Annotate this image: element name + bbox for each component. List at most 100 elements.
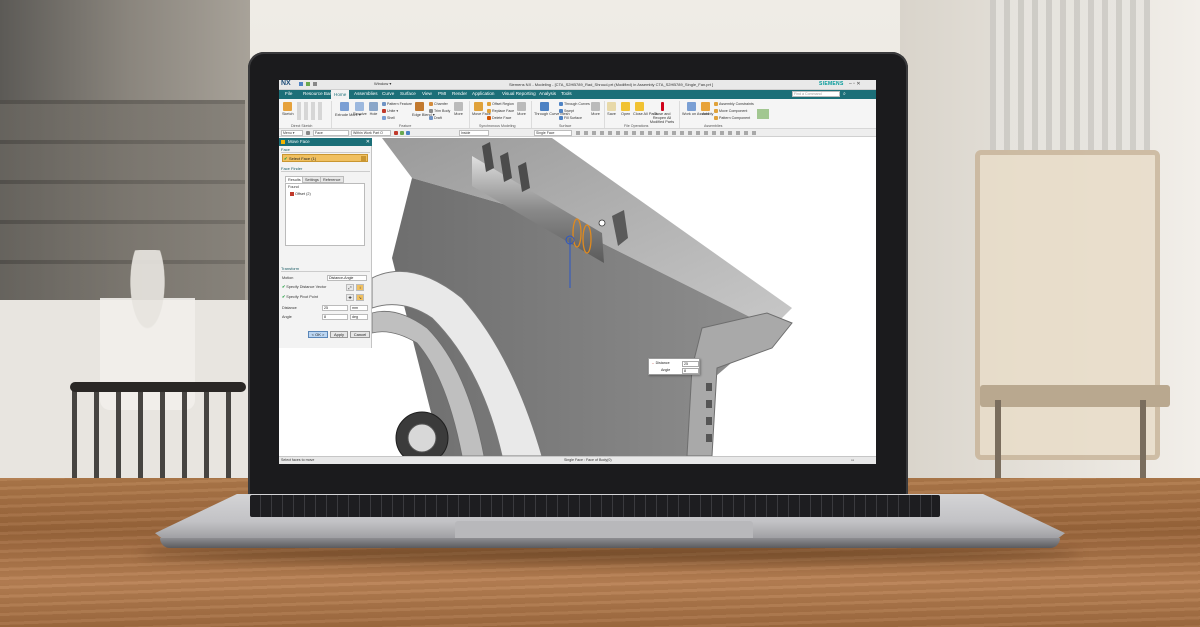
status-prompt: Select faces to move <box>281 458 315 462</box>
redo-icon[interactable] <box>313 82 317 86</box>
menu-curve[interactable]: Curve <box>382 91 394 96</box>
menu-visual-reporting[interactable]: Visual Reporting <box>502 91 536 96</box>
chamfer-button[interactable]: Chamfer <box>429 102 448 107</box>
close-all-parts-button[interactable]: Close All Parts <box>633 102 658 116</box>
pattern-component-button[interactable]: Pattern Component <box>714 116 750 121</box>
swept-button[interactable]: Swept <box>559 109 574 114</box>
cancel-button[interactable]: Cancel <box>350 331 370 338</box>
hole-button[interactable]: Hole <box>369 102 378 116</box>
face-section-header[interactable]: Face <box>281 147 370 153</box>
extrude-button[interactable]: Extrude More ▾ <box>335 102 361 117</box>
distance-unit-dropdown[interactable]: mm <box>350 305 368 311</box>
open-button[interactable]: Open <box>621 102 630 116</box>
close-reopen-button[interactable]: Close and Reopen All Modified Parts <box>649 102 675 124</box>
warning-icon <box>660 102 664 111</box>
draft-button[interactable]: Draft <box>429 116 442 121</box>
replace-face-button[interactable]: Replace Face <box>487 109 514 114</box>
menu-file[interactable]: File <box>285 91 292 96</box>
ok-button[interactable]: < OK > <box>308 331 328 338</box>
tab-settings[interactable]: Settings <box>302 176 322 183</box>
close-icon[interactable]: ✕ <box>366 138 370 146</box>
through-curves-button[interactable]: Through Curves <box>559 102 590 107</box>
point-dialog-button[interactable]: ✚ <box>346 294 354 301</box>
add-component-button[interactable]: Add <box>701 102 710 116</box>
type-filter-dropdown[interactable]: Face <box>313 130 349 136</box>
window-menu[interactable]: Window ▾ <box>374 81 391 86</box>
sketch-curve-icons[interactable] <box>297 102 325 120</box>
delete-face-button[interactable]: Delete Face <box>487 116 511 121</box>
menu-application[interactable]: Application <box>472 91 494 96</box>
save-icon[interactable] <box>299 82 303 86</box>
cad-model[interactable] <box>372 138 876 456</box>
angle-unit-dropdown[interactable]: deg <box>350 314 368 320</box>
assembly-constraints-button[interactable]: Assembly Constraints <box>714 102 754 107</box>
menu-bar: File Resource Bar Home Assemblies Curve … <box>279 90 876 99</box>
command-search-input[interactable]: Find a Command <box>792 91 840 97</box>
pattern-feature-button[interactable]: Pattern Feature <box>382 102 412 107</box>
onscreen-distance-label: Distance <box>655 361 670 365</box>
ribbon-extra-icon[interactable] <box>757 109 769 119</box>
sketch-label: Sketch <box>282 112 294 116</box>
menu-view[interactable]: View <box>422 91 432 96</box>
tab-reference[interactable]: Reference <box>320 176 344 183</box>
sync-more-button[interactable]: More <box>517 102 526 116</box>
angle-input[interactable]: 8 <box>322 314 348 320</box>
menu-dropdown[interactable]: Menu ▾ <box>281 130 303 136</box>
menu-assemblies[interactable]: Assemblies <box>354 91 378 96</box>
revolve-button[interactable]: Revolve <box>353 102 367 116</box>
fill-surface-button[interactable]: Fill Surface <box>559 116 582 121</box>
tab-results[interactable]: Results <box>285 176 304 183</box>
graphics-viewport[interactable]: ↔ Distance 25 Angle 8 <box>372 138 876 456</box>
menu-analysis[interactable]: Analysis <box>539 91 556 96</box>
trim-body-button[interactable]: Trim Body <box>429 109 450 114</box>
onscreen-angle-input[interactable]: 8 <box>682 368 699 374</box>
save-button[interactable]: Save <box>607 102 616 116</box>
distance-icon: ↔ <box>651 361 655 365</box>
extrude-icon <box>339 102 349 111</box>
snap-icon[interactable] <box>394 131 398 135</box>
snap-point-icons[interactable] <box>576 131 756 135</box>
shroud-frame-edge[interactable] <box>686 312 793 456</box>
feature-more-button[interactable]: More <box>454 102 463 116</box>
menu-pmi[interactable]: PMI <box>438 91 446 96</box>
move-face-button[interactable]: Move Face <box>472 102 491 116</box>
surface-more-label: More <box>591 112 600 116</box>
snap-dropdown[interactable]: Inside <box>459 130 489 136</box>
menu-surface[interactable]: Surface <box>400 91 416 96</box>
distance-input[interactable]: 25 <box>322 305 348 311</box>
face-finder-header[interactable]: Face Finder <box>281 166 370 172</box>
snap-icon[interactable] <box>406 131 410 135</box>
vector-dialog-button[interactable]: ⤢ <box>346 284 354 291</box>
unite-button[interactable]: Unite ▾ <box>382 109 398 114</box>
through-curve-mesh-button[interactable]: Through Curve Mesh <box>534 102 570 116</box>
search-icon[interactable]: ⌕ <box>843 91 846 97</box>
snap-icon[interactable] <box>400 131 404 135</box>
work-on-assembly-button[interactable]: Work on Assembly <box>682 102 713 116</box>
menu-render[interactable]: Render <box>452 91 467 96</box>
point-type-dropdown[interactable]: ↘ <box>356 294 364 301</box>
apply-button[interactable]: Apply <box>330 331 348 338</box>
menu-tools[interactable]: Tools <box>561 91 572 96</box>
vector-type-dropdown[interactable]: ↕ <box>356 284 364 291</box>
selection-scope-dropdown[interactable]: Within Work Part O <box>351 130 391 136</box>
edge-blend-button[interactable]: Edge Blend ▾ <box>412 102 435 117</box>
face-rule-dropdown[interactable]: Single Face <box>534 130 572 136</box>
transform-header[interactable]: Transform <box>281 266 370 272</box>
shell-button[interactable]: Shell <box>382 116 395 121</box>
list-item[interactable]: Offset (2) <box>290 192 311 196</box>
offset-region-button[interactable]: Offset Region <box>487 102 514 107</box>
dialog-title: Move Face <box>288 139 310 144</box>
check-icon: ✔ <box>282 295 286 299</box>
sketch-button[interactable]: Sketch <box>282 102 294 116</box>
motion-dropdown[interactable]: Distance-Angle <box>327 275 367 281</box>
move-component-button[interactable]: Move Component <box>714 109 747 114</box>
surface-more-button[interactable]: More <box>591 102 600 116</box>
undo-icon[interactable] <box>306 82 310 86</box>
window-controls[interactable]: – ▫ ✕ <box>849 81 861 87</box>
menu-resource-bar[interactable]: Resource Bar <box>303 91 331 96</box>
status-toggle-icon[interactable]: ▭ <box>851 457 854 464</box>
menu-home[interactable]: Home <box>331 90 350 99</box>
filter-icon[interactable] <box>306 131 310 135</box>
move-handle-icon[interactable] <box>598 219 606 227</box>
select-face-field[interactable]: ✔ Select Face (1) <box>282 154 368 162</box>
